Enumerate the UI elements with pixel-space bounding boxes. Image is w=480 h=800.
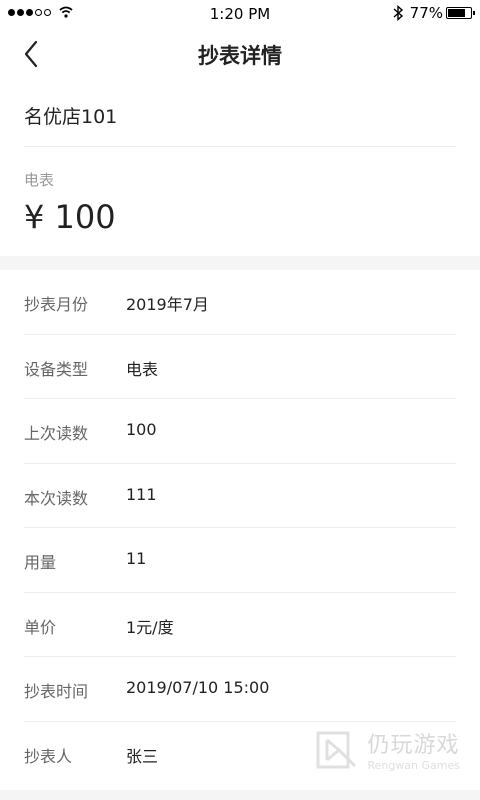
detail-label: 抄表时间 — [24, 682, 89, 701]
details-list: 抄表月份 2019年7月 设备类型 电表 上次读数 100 本次读数 111 用… — [0, 270, 480, 790]
detail-label: 抄表月份 — [24, 295, 89, 314]
detail-row-device-type: 设备类型 电表 — [0, 335, 480, 399]
detail-row-previous-reading: 上次读数 100 — [0, 399, 480, 464]
battery-percent: 77% — [409, 4, 443, 22]
detail-value: 100 — [126, 420, 157, 439]
battery-tip — [473, 11, 475, 15]
detail-label: 本次读数 — [24, 488, 89, 508]
detail-value: 2019/07/10 15:00 — [126, 678, 270, 697]
watermark-text: 仍玩游戏 Rengwan Games — [367, 727, 460, 772]
store-name: 名优店101 — [24, 106, 118, 128]
amount-value: ¥ 100 — [24, 198, 116, 236]
detail-row-reading-time: 抄表时间 2019/07/10 15:00 — [0, 657, 480, 722]
detail-label: 设备类型 — [24, 359, 89, 379]
detail-label: 上次读数 — [24, 424, 89, 443]
divider — [24, 146, 456, 147]
detail-label: 抄表人 — [24, 746, 73, 766]
watermark: 仍玩游戏 Rengwan Games — [315, 727, 460, 772]
meter-type-label: 电表 — [24, 171, 55, 189]
bluetooth-icon — [393, 5, 403, 21]
detail-row-current-reading: 本次读数 111 — [0, 464, 480, 528]
watermark-cn: 仍玩游戏 — [367, 733, 460, 758]
battery-icon — [446, 7, 475, 19]
summary-card: 名优店101 电表 ¥ 100 — [0, 80, 480, 256]
status-bar: 1:20 PM 77% — [0, 0, 480, 28]
detail-value: 2019年7月 — [126, 295, 209, 314]
detail-value: 1元/度 — [126, 617, 174, 637]
detail-value: 电表 — [126, 359, 159, 379]
battery-level-fill — [448, 9, 465, 17]
detail-value: 111 — [126, 484, 157, 504]
detail-row-unit-price: 单价 1元/度 — [0, 593, 480, 657]
page-title: 抄表详情 — [198, 44, 282, 68]
detail-value: 张三 — [126, 746, 159, 766]
detail-value: 11 — [126, 549, 147, 568]
detail-label: 用量 — [24, 553, 57, 572]
watermark-logo-icon — [316, 731, 357, 768]
nav-bar: 抄表详情 — [0, 28, 480, 80]
detail-label: 单价 — [24, 617, 57, 637]
detail-row-usage: 用量 11 — [0, 528, 480, 593]
status-right: 77% — [392, 4, 475, 22]
detail-row-month: 抄表月份 2019年7月 — [0, 270, 480, 335]
watermark-en: Rengwan Games — [367, 759, 460, 772]
